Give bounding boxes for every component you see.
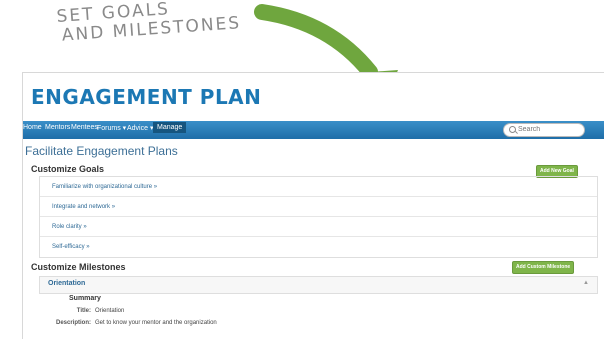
collapse-caret-icon[interactable]: ▲ xyxy=(583,280,589,286)
goal-item[interactable]: Familiarize with organizational culture … xyxy=(40,177,597,197)
nav-advice[interactable]: Advice ▾ xyxy=(127,124,153,132)
app-screenshot: ENGAGEMENT PLAN Home Mentors Mentees For… xyxy=(22,72,604,339)
nav-mentees[interactable]: Mentees xyxy=(71,124,98,131)
milestones-section-title: Customize Milestones xyxy=(31,262,126,272)
goals-list: Familiarize with organizational culture … xyxy=(39,176,598,258)
goal-item[interactable]: Integrate and network » xyxy=(40,197,597,217)
nav-manage[interactable]: Manage xyxy=(153,122,187,133)
title-value: Orientation xyxy=(95,308,125,314)
summary-heading: Summary xyxy=(69,295,101,302)
top-navbar: Home Mentors Mentees Forums ▾ Advice ▾ M… xyxy=(23,121,604,139)
add-custom-milestone-button[interactable]: Add Custom Milestone xyxy=(512,261,575,274)
milestone-name: Orientation xyxy=(48,280,86,287)
nav-mentors[interactable]: Mentors xyxy=(45,124,70,131)
nav-home[interactable]: Home xyxy=(23,124,42,131)
goals-section-title: Customize Goals xyxy=(31,164,105,174)
milestone-accordion-header[interactable]: Orientation ▲ xyxy=(39,276,598,294)
search-icon xyxy=(509,126,516,133)
search-input[interactable] xyxy=(518,125,578,134)
plan-title: ENGAGEMENT PLAN xyxy=(31,85,262,109)
goal-item[interactable]: Role clarity » xyxy=(40,217,597,237)
goal-item[interactable]: Self-efficacy » xyxy=(40,237,597,257)
description-value: Get to know your mentor and the organiza… xyxy=(95,320,217,326)
title-label: Title: xyxy=(76,308,91,314)
nav-forums[interactable]: Forums ▾ xyxy=(97,124,126,132)
search-box[interactable] xyxy=(503,123,585,137)
description-label: Description: xyxy=(55,320,91,326)
page-heading: Facilitate Engagement Plans xyxy=(25,144,178,158)
